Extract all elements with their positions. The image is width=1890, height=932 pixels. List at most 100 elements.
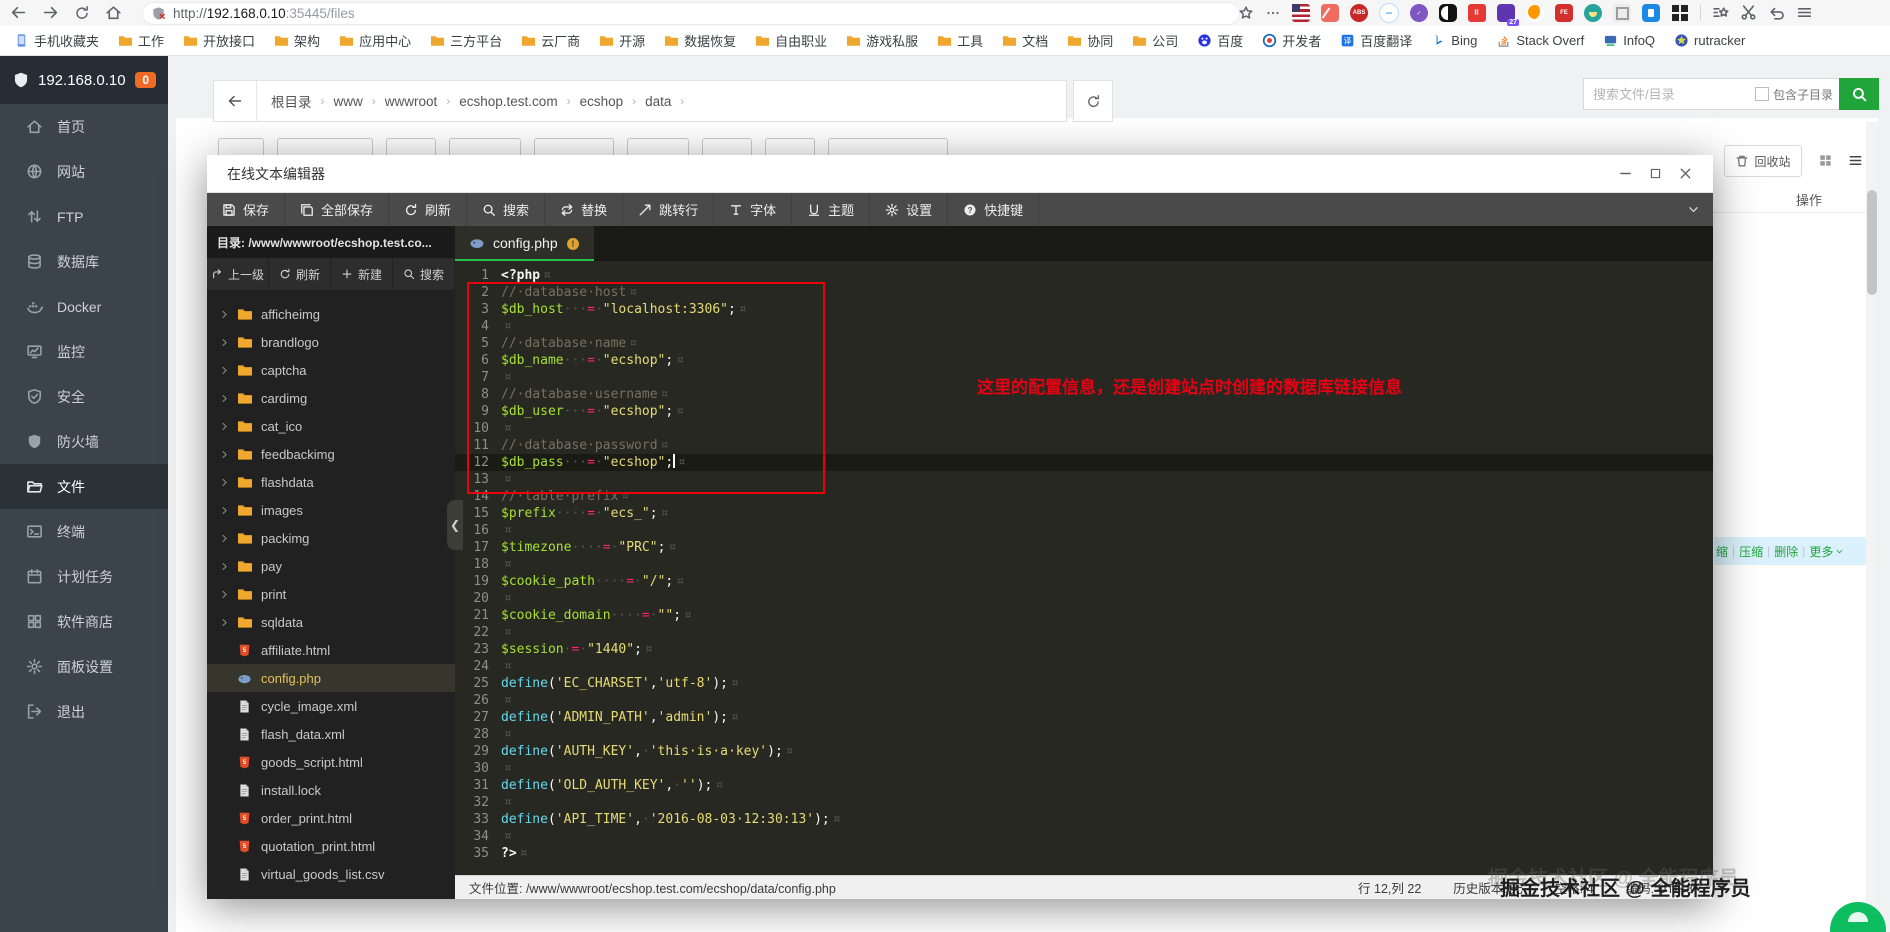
code-line-31[interactable]: 31 define('OLD_AUTH_KEY',·''); ¤ xyxy=(455,777,1713,794)
chevron-right-icon[interactable] xyxy=(219,505,237,516)
code-line-30[interactable]: 30 ¤ xyxy=(455,760,1713,777)
address-bar[interactable]: http://192.168.0.10:35445/files xyxy=(142,2,1240,25)
bookmark-item-6[interactable]: 三方平台 xyxy=(430,31,502,50)
grid-view-icon[interactable] xyxy=(1814,149,1836,171)
code-line-33[interactable]: 33 define('API_TIME',·'2016-08-03·12:30:1… xyxy=(455,811,1713,828)
path-refresh-button[interactable] xyxy=(1073,80,1113,122)
tree-folder-cat_ico[interactable]: cat_ico xyxy=(207,412,455,440)
code-line-27[interactable]: 27 define('ADMIN_PATH','admin'); ¤ xyxy=(455,709,1713,726)
maximize-icon[interactable] xyxy=(1649,166,1662,181)
bookmark-item-9[interactable]: 数据恢复 xyxy=(664,31,736,50)
editor-toolbar-跳转行[interactable]: 跳转行 xyxy=(623,193,715,226)
code-line-11[interactable]: 11 //·database·password ¤ xyxy=(455,437,1713,454)
extension-icon-spiral[interactable] xyxy=(1613,4,1631,22)
bookmark-item-11[interactable]: 游戏私服 xyxy=(846,31,918,50)
tree-file-virtual_goods_list.csv[interactable]: virtual_goods_list.csv xyxy=(207,860,455,888)
bookmark-item-3[interactable]: 开放接口 xyxy=(183,31,255,50)
code-line-12[interactable]: 12 $db_pass···=·"ecshop"; ¤ xyxy=(455,454,1713,471)
bookmark-item-13[interactable]: 文档 xyxy=(1002,31,1048,50)
code-line-24[interactable]: 24 ¤ xyxy=(455,658,1713,675)
editor-toolbar-主题[interactable]: 主题 xyxy=(792,193,871,226)
sidebar-item-软件商店[interactable]: 软件商店 xyxy=(0,599,168,644)
tree-folder-afficheimg[interactable]: afficheimg xyxy=(207,300,455,328)
bookmark-item-20[interactable]: Stack Overf xyxy=(1496,33,1584,48)
tree-file-goods_script.html[interactable]: 5 goods_script.html xyxy=(207,748,455,776)
code-line-34[interactable]: 34 ¤ xyxy=(455,828,1713,845)
sidebar-item-计划任务[interactable]: 计划任务 xyxy=(0,554,168,599)
minimize-icon[interactable] xyxy=(1618,166,1633,181)
tree-folder-sqldata[interactable]: sqldata xyxy=(207,608,455,636)
bookmark-item-15[interactable]: 公司 xyxy=(1132,31,1178,50)
site-security-icon[interactable] xyxy=(151,6,166,21)
browser-reload-icon[interactable] xyxy=(74,4,90,22)
chevron-right-icon[interactable] xyxy=(219,589,237,600)
code-line-4[interactable]: 4 ¤ xyxy=(455,318,1713,335)
editor-toolbar-设置[interactable]: 设置 xyxy=(870,193,949,226)
sidebar-item-数据库[interactable]: 数据库 xyxy=(0,239,168,284)
include-subdir-checkbox[interactable] xyxy=(1754,87,1769,101)
code-line-28[interactable]: 28 ¤ xyxy=(455,726,1713,743)
tree-folder-packimg[interactable]: packimg xyxy=(207,524,455,552)
close-icon[interactable] xyxy=(1678,166,1693,181)
extension-icon-grid-black[interactable] xyxy=(1671,4,1689,22)
favorites-list-icon[interactable] xyxy=(1712,4,1729,22)
chevron-right-icon[interactable] xyxy=(219,309,237,320)
code-line-2[interactable]: 2 //·database·host ¤ xyxy=(455,284,1713,301)
sidebar-item-Docker[interactable]: Docker xyxy=(0,284,168,329)
extension-icon-fe[interactable]: FE xyxy=(1555,4,1573,22)
code-line-20[interactable]: 20 ¤ xyxy=(455,590,1713,607)
bookmark-item-1[interactable]: 手机收藏夹 xyxy=(14,31,99,50)
browser-menu-icon[interactable] xyxy=(1796,4,1813,22)
breadcrumb-item-www[interactable]: www xyxy=(334,94,363,109)
bookmark-item-10[interactable]: 自由职业 xyxy=(755,31,827,50)
editor-toolbar-刷新[interactable]: 刷新 xyxy=(389,193,468,226)
chevron-right-icon[interactable] xyxy=(219,617,237,628)
bookmark-item-2[interactable]: 工作 xyxy=(118,31,164,50)
bookmark-item-17[interactable]: 开发者 xyxy=(1262,31,1321,50)
sidebar-item-退出[interactable]: 退出 xyxy=(0,689,168,734)
chevron-right-icon[interactable] xyxy=(219,337,237,348)
tree-button-搜索[interactable]: 搜索 xyxy=(393,258,455,290)
tree-file-quotation_print.html[interactable]: 5 quotation_print.html xyxy=(207,832,455,860)
extension-icon-org-chart[interactable]: ⠿ xyxy=(1468,4,1486,22)
extension-icon-us-flag[interactable] xyxy=(1292,4,1310,22)
file-action-压缩[interactable]: 压缩 xyxy=(1739,543,1763,560)
code-line-22[interactable]: 22 ¤ xyxy=(455,624,1713,641)
tree-folder-feedbackimg[interactable]: feedbackimg xyxy=(207,440,455,468)
bookmark-item-7[interactable]: 云厂商 xyxy=(521,31,580,50)
code-line-19[interactable]: 19 $cookie_path····=·"/"; ¤ xyxy=(455,573,1713,590)
tree-folder-images[interactable]: images xyxy=(207,496,455,524)
extension-icon-broom[interactable] xyxy=(1321,4,1339,22)
code-line-9[interactable]: 9 $db_user···=·"ecshop"; ¤ xyxy=(455,403,1713,420)
chevron-right-icon[interactable] xyxy=(219,365,237,376)
tree-folder-print[interactable]: print xyxy=(207,580,455,608)
code-line-21[interactable]: 21 $cookie_domain····=·""; ¤ xyxy=(455,607,1713,624)
sidebar-item-安全[interactable]: 安全 xyxy=(0,374,168,419)
code-line-13[interactable]: 13 ¤ xyxy=(455,471,1713,488)
more-dots-icon[interactable] xyxy=(1265,4,1281,22)
breadcrumb-item-data[interactable]: data xyxy=(645,94,671,109)
tree-file-install.lock[interactable]: install.lock xyxy=(207,776,455,804)
editor-toolbar-快捷键[interactable]: ? 快捷键 xyxy=(948,193,1040,226)
bookmark-item-21[interactable]: InfoQ xyxy=(1603,33,1655,48)
sidebar-item-首页[interactable]: 首页 xyxy=(0,104,168,149)
file-action-缩[interactable]: 缩 xyxy=(1716,543,1728,560)
code-line-18[interactable]: 18 ¤ xyxy=(455,556,1713,573)
breadcrumb-item-ecshop.test.com[interactable]: ecshop.test.com xyxy=(459,94,557,109)
sidebar-item-监控[interactable]: 监控 xyxy=(0,329,168,374)
tree-folder-pay[interactable]: pay xyxy=(207,552,455,580)
file-action-删除[interactable]: 删除 xyxy=(1774,543,1798,560)
breadcrumb-item-根目录[interactable]: 根目录 xyxy=(271,91,312,111)
tree-folder-brandlogo[interactable]: brandlogo xyxy=(207,328,455,356)
chevron-right-icon[interactable] xyxy=(219,421,237,432)
code-line-25[interactable]: 25 define('EC_CHARSET','utf-8'); ¤ xyxy=(455,675,1713,692)
code-line-17[interactable]: 17 $timezone····=·"PRC"; ¤ xyxy=(455,539,1713,556)
search-button[interactable] xyxy=(1839,78,1879,110)
panel-brand[interactable]: 192.168.0.10 0 xyxy=(0,56,168,104)
bookmark-item-5[interactable]: 应用中心 xyxy=(339,31,411,50)
code-line-29[interactable]: 29 define('AUTH_KEY',·'this·is·a·key'); ¤ xyxy=(455,743,1713,760)
tree-button-上一级[interactable]: 上一级 xyxy=(207,258,269,290)
editor-toolbar-全部保存[interactable]: 全部保存 xyxy=(285,193,390,226)
message-count-badge[interactable]: 0 xyxy=(135,72,156,88)
sidebar-item-终端[interactable]: 终端 xyxy=(0,509,168,554)
